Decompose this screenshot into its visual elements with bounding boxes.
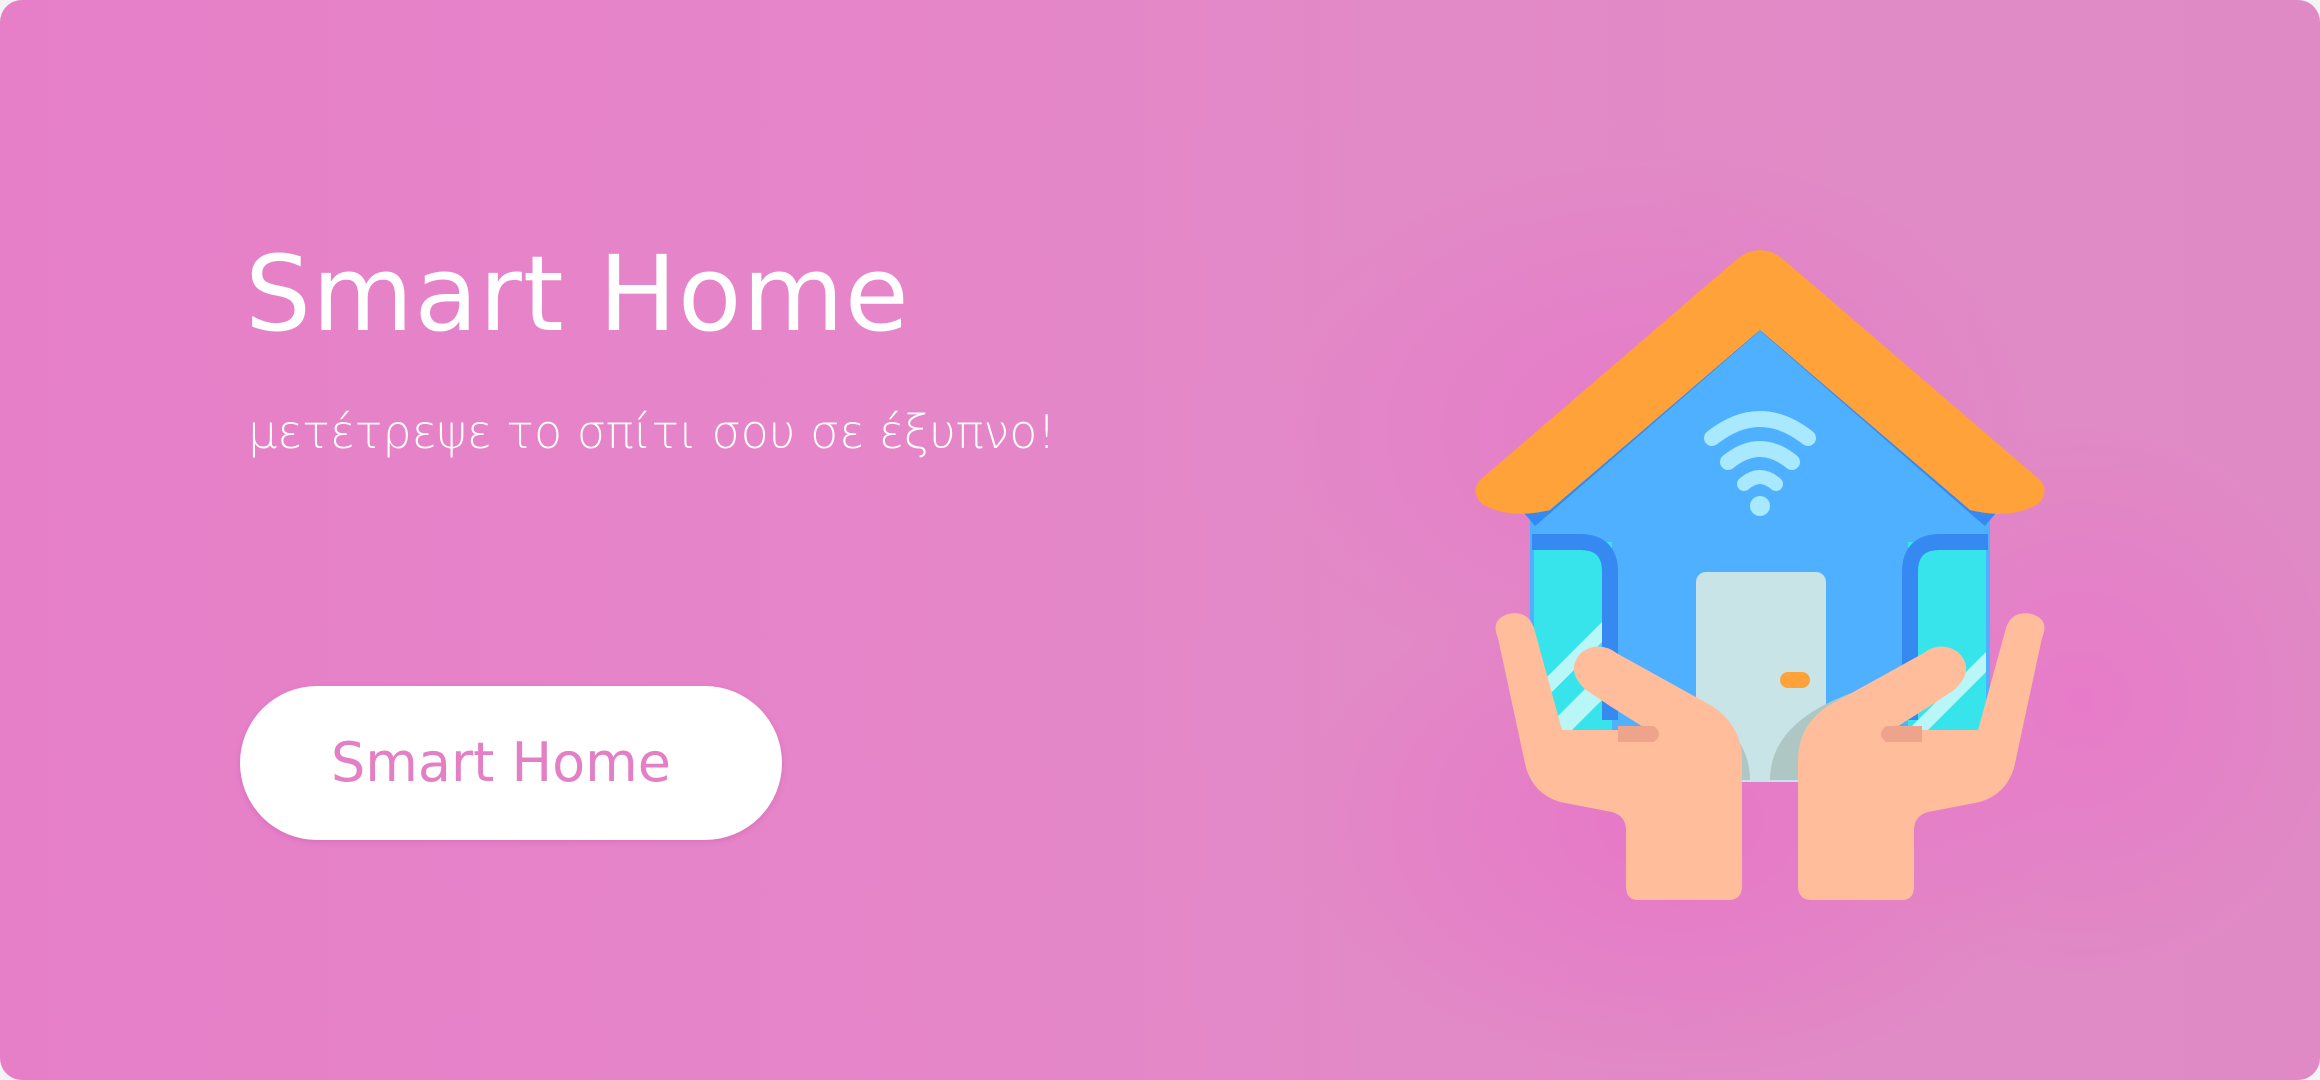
left-finger-shadow (1618, 726, 1659, 742)
door-handle (1780, 672, 1810, 688)
promo-banner: Smart Home μετέτρεψε το σπίτι σου σε έξυ… (0, 0, 2320, 1080)
wifi-dot (1750, 496, 1770, 516)
banner-subtitle: μετέτρεψε το σπίτι σου σε έξυπνο! (248, 405, 1056, 459)
smart-home-button[interactable]: Smart Home (240, 686, 782, 840)
smart-home-button-label: Smart Home (331, 731, 671, 794)
right-finger-shadow (1881, 726, 1922, 742)
banner-title: Smart Home (245, 233, 910, 355)
smart-home-hands-icon (1475, 250, 2045, 900)
